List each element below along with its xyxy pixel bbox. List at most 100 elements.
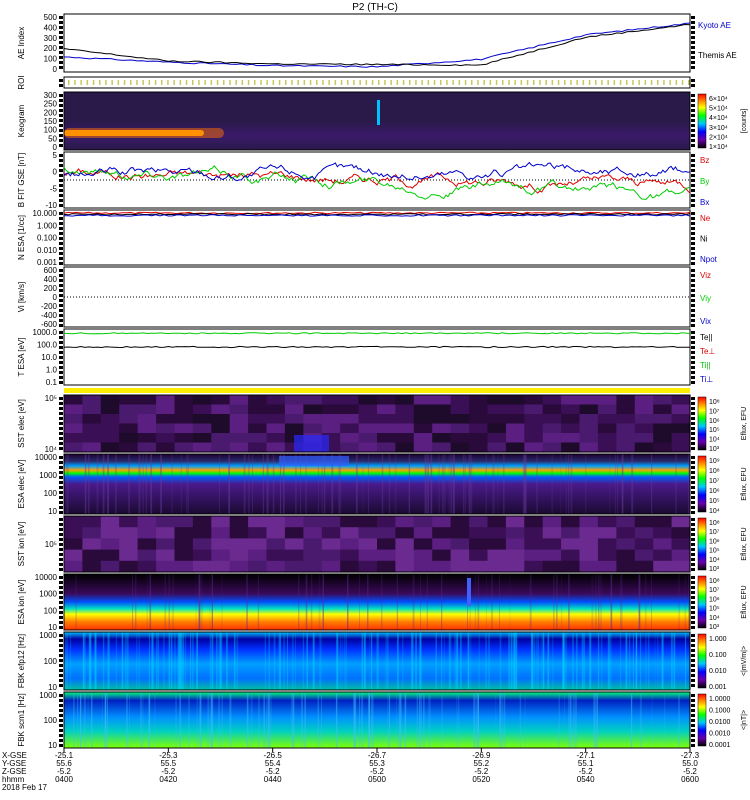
frame-tick bbox=[59, 217, 63, 220]
spectrogram-streak bbox=[583, 632, 585, 690]
spectrogram-cell bbox=[413, 516, 433, 528]
frame-tick bbox=[691, 679, 695, 682]
frame-tick bbox=[59, 159, 63, 162]
frame-tick bbox=[59, 744, 63, 747]
frame-tick bbox=[691, 257, 695, 260]
spectrogram-streak bbox=[467, 632, 470, 690]
colorbar-tick: 10⁴ bbox=[709, 557, 720, 564]
roi-mark bbox=[347, 80, 349, 85]
spectrogram-streak bbox=[246, 574, 248, 630]
frame-tick bbox=[59, 222, 63, 225]
frame-tick bbox=[691, 324, 695, 327]
colorbar-tick: 10⁵ bbox=[709, 548, 720, 555]
frame-tick bbox=[59, 694, 63, 697]
spectrogram-cell bbox=[192, 395, 212, 406]
legend-entry: Ti|| bbox=[700, 361, 711, 370]
spectrogram-streak bbox=[645, 574, 647, 630]
colorbar-tick: 10⁷ bbox=[709, 587, 720, 594]
spectrogram-cell bbox=[450, 527, 470, 539]
spectrogram-cell bbox=[137, 527, 157, 539]
colorbar-tick: 10⁶ bbox=[709, 488, 720, 495]
frame-tick bbox=[59, 174, 63, 177]
spectrogram-cell bbox=[634, 538, 654, 551]
temperature-line bbox=[63, 345, 690, 349]
spectrogram-cell bbox=[616, 395, 636, 406]
y-tick-label: 100.0 bbox=[37, 341, 58, 350]
frame-tick bbox=[59, 611, 63, 614]
roi-mark bbox=[644, 80, 647, 85]
spectrogram-cell bbox=[321, 404, 341, 415]
spectrogram-cell bbox=[340, 442, 360, 453]
spectrogram-streak bbox=[298, 574, 300, 630]
frame-tick bbox=[691, 518, 695, 521]
frame-tick bbox=[691, 437, 695, 440]
frame-tick bbox=[59, 129, 63, 132]
frame-tick bbox=[59, 84, 63, 87]
colorbar-label: <|mV/m|> bbox=[741, 646, 748, 676]
y-tick-label: 1000 bbox=[39, 471, 57, 480]
spectrogram-streak bbox=[629, 632, 631, 690]
frame-tick bbox=[691, 432, 695, 435]
spectrogram-streak bbox=[503, 692, 506, 748]
frame-tick bbox=[691, 659, 695, 662]
frame-tick bbox=[59, 94, 63, 97]
frame-tick bbox=[691, 407, 695, 410]
spectrogram-streak bbox=[497, 454, 499, 514]
spectrogram-cell bbox=[229, 423, 249, 434]
spectrogram-cell bbox=[634, 549, 654, 562]
frame-tick bbox=[59, 456, 63, 459]
spectrogram-cell bbox=[284, 395, 304, 406]
y-tick-label: 600 bbox=[44, 266, 58, 275]
spectrogram-streak bbox=[301, 692, 303, 748]
legend-entry: Viz bbox=[700, 271, 711, 280]
frame-tick bbox=[691, 56, 695, 59]
spectrogram-streak bbox=[191, 632, 194, 690]
spectrogram-cell bbox=[64, 404, 83, 415]
roi-mark bbox=[154, 80, 157, 85]
frame-tick bbox=[691, 476, 695, 479]
spectrogram-streak bbox=[305, 574, 308, 630]
b-series-line bbox=[63, 168, 691, 194]
spectrogram-streak bbox=[625, 632, 627, 690]
frame-tick bbox=[691, 279, 695, 282]
colorbar-tick: 10⁸ bbox=[709, 399, 720, 406]
spectrogram-cell bbox=[542, 527, 562, 539]
spectrogram-streak bbox=[441, 692, 444, 748]
spectrogram-streak bbox=[101, 692, 103, 748]
spectrogram-cell bbox=[211, 560, 231, 573]
roi-mark bbox=[489, 80, 492, 85]
spectrogram-streak bbox=[508, 632, 510, 690]
spectrogram-cell bbox=[597, 433, 617, 444]
frame-tick bbox=[59, 407, 63, 410]
frame-tick bbox=[691, 46, 695, 49]
frame-tick bbox=[59, 437, 63, 440]
spectrogram-streak bbox=[149, 632, 150, 690]
spectrogram-streak bbox=[474, 574, 477, 630]
spectrogram-streak bbox=[478, 632, 480, 690]
x-tick-label: 0500 bbox=[368, 775, 386, 784]
colorbar-tick: 10⁷ bbox=[709, 529, 720, 536]
spectrogram-cell bbox=[671, 549, 691, 562]
frame-tick bbox=[59, 659, 63, 662]
spectrogram-streak bbox=[87, 692, 89, 748]
spectrogram-streak bbox=[266, 454, 268, 514]
spectrogram-streak bbox=[236, 632, 239, 690]
spectrogram-streak bbox=[573, 692, 576, 748]
frame-tick bbox=[59, 361, 63, 364]
spectrogram-cell bbox=[137, 414, 157, 425]
spectrogram-cell bbox=[303, 527, 323, 539]
frame-tick bbox=[59, 471, 63, 474]
spectrogram-streak bbox=[443, 632, 445, 690]
spectrogram-cell bbox=[542, 433, 562, 444]
spectrogram-cell bbox=[524, 516, 544, 528]
legend-entry: Npot bbox=[700, 255, 718, 264]
spectrogram-cell bbox=[377, 433, 396, 444]
spectrogram-cell bbox=[579, 404, 599, 415]
spectrogram-cell bbox=[156, 442, 176, 453]
spectrogram-cell bbox=[653, 549, 673, 562]
colorbar-tick: 10⁶ bbox=[709, 596, 720, 603]
spectrogram-cell bbox=[561, 414, 581, 425]
spectrogram-streak bbox=[287, 632, 288, 690]
frame-tick bbox=[59, 376, 63, 379]
roi-mark bbox=[390, 80, 392, 85]
